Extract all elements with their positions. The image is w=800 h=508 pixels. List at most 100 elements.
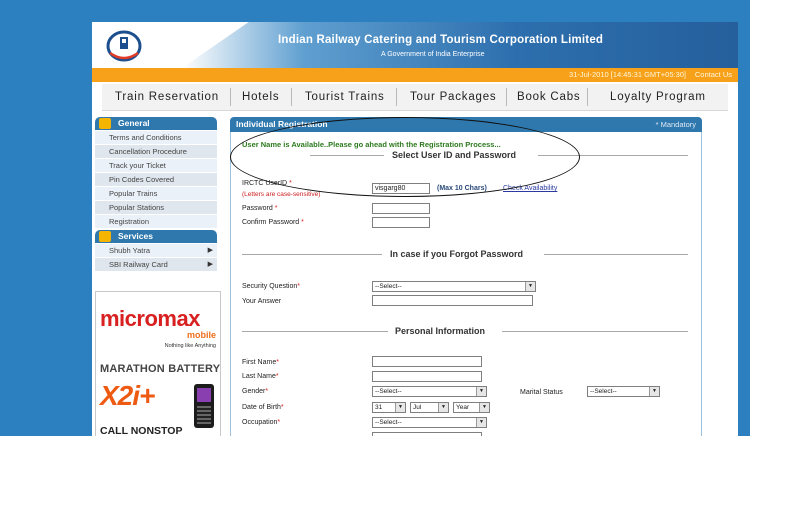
check-availability-link[interactable]: Check Availability	[503, 185, 557, 192]
userid-hint: (Letters are case-sensitive)	[242, 191, 321, 198]
your-answer-label: Your Answer	[242, 298, 282, 305]
nav-tourist-trains[interactable]: Tourist Trains	[305, 91, 385, 103]
services-icon	[99, 231, 111, 242]
nav-divider	[506, 88, 507, 106]
panel-title: Individual Registration	[236, 119, 328, 129]
section-divider	[242, 331, 388, 332]
gender-label: Gender*	[242, 388, 269, 395]
chevron-down-icon: ▼	[476, 387, 486, 396]
info-bar: 31-Jul-2010 [14:45:31 GMT+05:30] Contact…	[92, 68, 738, 82]
section-divider	[544, 254, 688, 255]
section-divider	[242, 254, 382, 255]
sidebar-item-label: Track your Ticket	[109, 161, 166, 170]
sidebar-item-label: Cancellation Procedure	[109, 147, 187, 156]
sidebar-general-header: General	[95, 117, 217, 130]
chevron-down-icon: ▼	[395, 403, 405, 412]
contact-us-link[interactable]: Contact Us	[695, 70, 732, 79]
occupation-label: Occupation*	[242, 419, 281, 426]
section-forgot-title: In case if you Forgot Password	[390, 249, 524, 259]
sidebar-item-label: Pin Codes Covered	[109, 175, 175, 184]
sidebar-item-cancellation[interactable]: Cancellation Procedure	[95, 145, 217, 159]
ad-call: CALL NONSTOP	[100, 425, 183, 436]
sidebar-services-header: Services	[95, 230, 217, 243]
irctc-logo-icon[interactable]	[104, 27, 144, 63]
corp-subtitle: A Government of India Enterprise	[381, 51, 485, 58]
sidebar-item-pin-codes[interactable]: Pin Codes Covered	[95, 173, 217, 187]
occupation-select[interactable]: --Select-- ▼	[372, 417, 487, 428]
sidebar-item-label: Shubh Yatra	[109, 246, 151, 255]
last-name-label: Last Name*	[242, 373, 279, 380]
sidebar-item-shubh-yatra[interactable]: Shubh Yatra ▶	[95, 244, 217, 258]
registration-panel-header: Individual Registration * Mandatory	[230, 117, 702, 132]
sidebar-item-sbi-card[interactable]: SBI Railway Card ▶	[95, 258, 217, 272]
nav-hotels[interactable]: Hotels	[242, 91, 279, 103]
dob-day-select[interactable]: 31 ▼	[372, 402, 406, 413]
chevron-down-icon: ▼	[649, 387, 659, 396]
irctc-page: Indian Railway Catering and Tourism Corp…	[92, 22, 738, 436]
nav-divider	[291, 88, 292, 106]
section-personal-title: Personal Information	[395, 326, 486, 336]
userid-label: IRCTC UserID *	[242, 180, 292, 187]
micromax-ad-banner[interactable]: micromax mobile Nothing like Anything MA…	[95, 291, 221, 436]
chevron-down-icon: ▼	[438, 403, 448, 412]
main-nav: Train Reservation Hotels Tourist Trains …	[102, 84, 728, 111]
sidebar-item-label: Popular Trains	[109, 189, 158, 198]
chevron-right-icon: ▶	[207, 247, 213, 254]
gender-select[interactable]: --Select-- ▼	[372, 386, 487, 397]
sidebar-item-label: Registration	[109, 217, 150, 226]
your-answer-input[interactable]	[372, 295, 533, 306]
chevron-down-icon: ▼	[525, 282, 535, 291]
userid-input[interactable]: visgarg80	[372, 183, 430, 194]
availability-message: User Name is Available..Please go ahead …	[242, 140, 501, 149]
dob-month-select[interactable]: Jul ▼	[410, 402, 449, 413]
sidebar-item-popular-trains[interactable]: Popular Trains	[95, 187, 217, 201]
security-question-select[interactable]: --Select-- ▼	[372, 281, 536, 292]
chevron-down-icon: ▼	[479, 403, 489, 412]
marital-status-select[interactable]: --Select-- ▼	[587, 386, 660, 397]
server-datetime: 31-Jul-2010 [14:45:31 GMT+05:30]	[569, 70, 686, 79]
last-name-input[interactable]	[372, 371, 482, 382]
confirm-password-label: Confirm Password *	[242, 219, 304, 226]
password-label: Password *	[242, 205, 278, 212]
corp-title: Indian Railway Catering and Tourism Corp…	[278, 34, 604, 46]
nav-divider	[587, 88, 588, 106]
sidebar-item-track-ticket[interactable]: Track your Ticket	[95, 159, 217, 173]
ad-model: X2i+	[100, 380, 155, 411]
nav-loyalty-program[interactable]: Loyalty Program	[610, 91, 706, 103]
ad-mobile: mobile	[186, 330, 216, 340]
confirm-password-input[interactable]	[372, 217, 430, 228]
sidebar-item-popular-stations[interactable]: Popular Stations	[95, 201, 217, 215]
site-header: Indian Railway Catering and Tourism Corp…	[92, 22, 738, 68]
sidebar-item-registration[interactable]: Registration	[95, 215, 217, 229]
nav-divider	[230, 88, 231, 106]
nav-book-cabs[interactable]: Book Cabs	[517, 91, 580, 103]
sidebar-services-title: Services	[118, 231, 153, 241]
marital-status-label: Marital Status	[520, 389, 563, 396]
chevron-down-icon: ▼	[476, 418, 486, 427]
next-field-input[interactable]	[372, 432, 482, 436]
ad-brand: micromax	[100, 306, 200, 331]
general-icon	[99, 118, 111, 129]
section-divider	[310, 155, 384, 156]
sidebar-item-label: Terms and Conditions	[109, 133, 182, 142]
first-name-label: First Name*	[242, 359, 279, 366]
security-question-label: Security Question*	[242, 283, 300, 290]
chevron-right-icon: ▶	[207, 261, 213, 268]
dob-year-select[interactable]: Year ▼	[453, 402, 490, 413]
sidebar-item-label: SBI Railway Card	[109, 260, 168, 269]
section-divider	[538, 155, 688, 156]
ad-headline: MARATHON BATTERY	[100, 363, 221, 375]
dob-label: Date of Birth*	[242, 404, 284, 411]
max-chars-note: (Max 10 Chars)	[437, 185, 487, 192]
sidebar-item-label: Popular Stations	[109, 203, 165, 212]
nav-divider	[396, 88, 397, 106]
password-input[interactable]	[372, 203, 430, 214]
sidebar-item-terms[interactable]: Terms and Conditions	[95, 131, 217, 145]
section-divider	[502, 331, 688, 332]
section-userid-title: Select User ID and Password	[392, 150, 517, 160]
nav-tour-packages[interactable]: Tour Packages	[410, 91, 496, 103]
first-name-input[interactable]	[372, 356, 482, 367]
mandatory-note: * Mandatory	[655, 120, 696, 129]
nav-train-reservation[interactable]: Train Reservation	[115, 91, 219, 103]
phone-icon	[194, 384, 214, 428]
